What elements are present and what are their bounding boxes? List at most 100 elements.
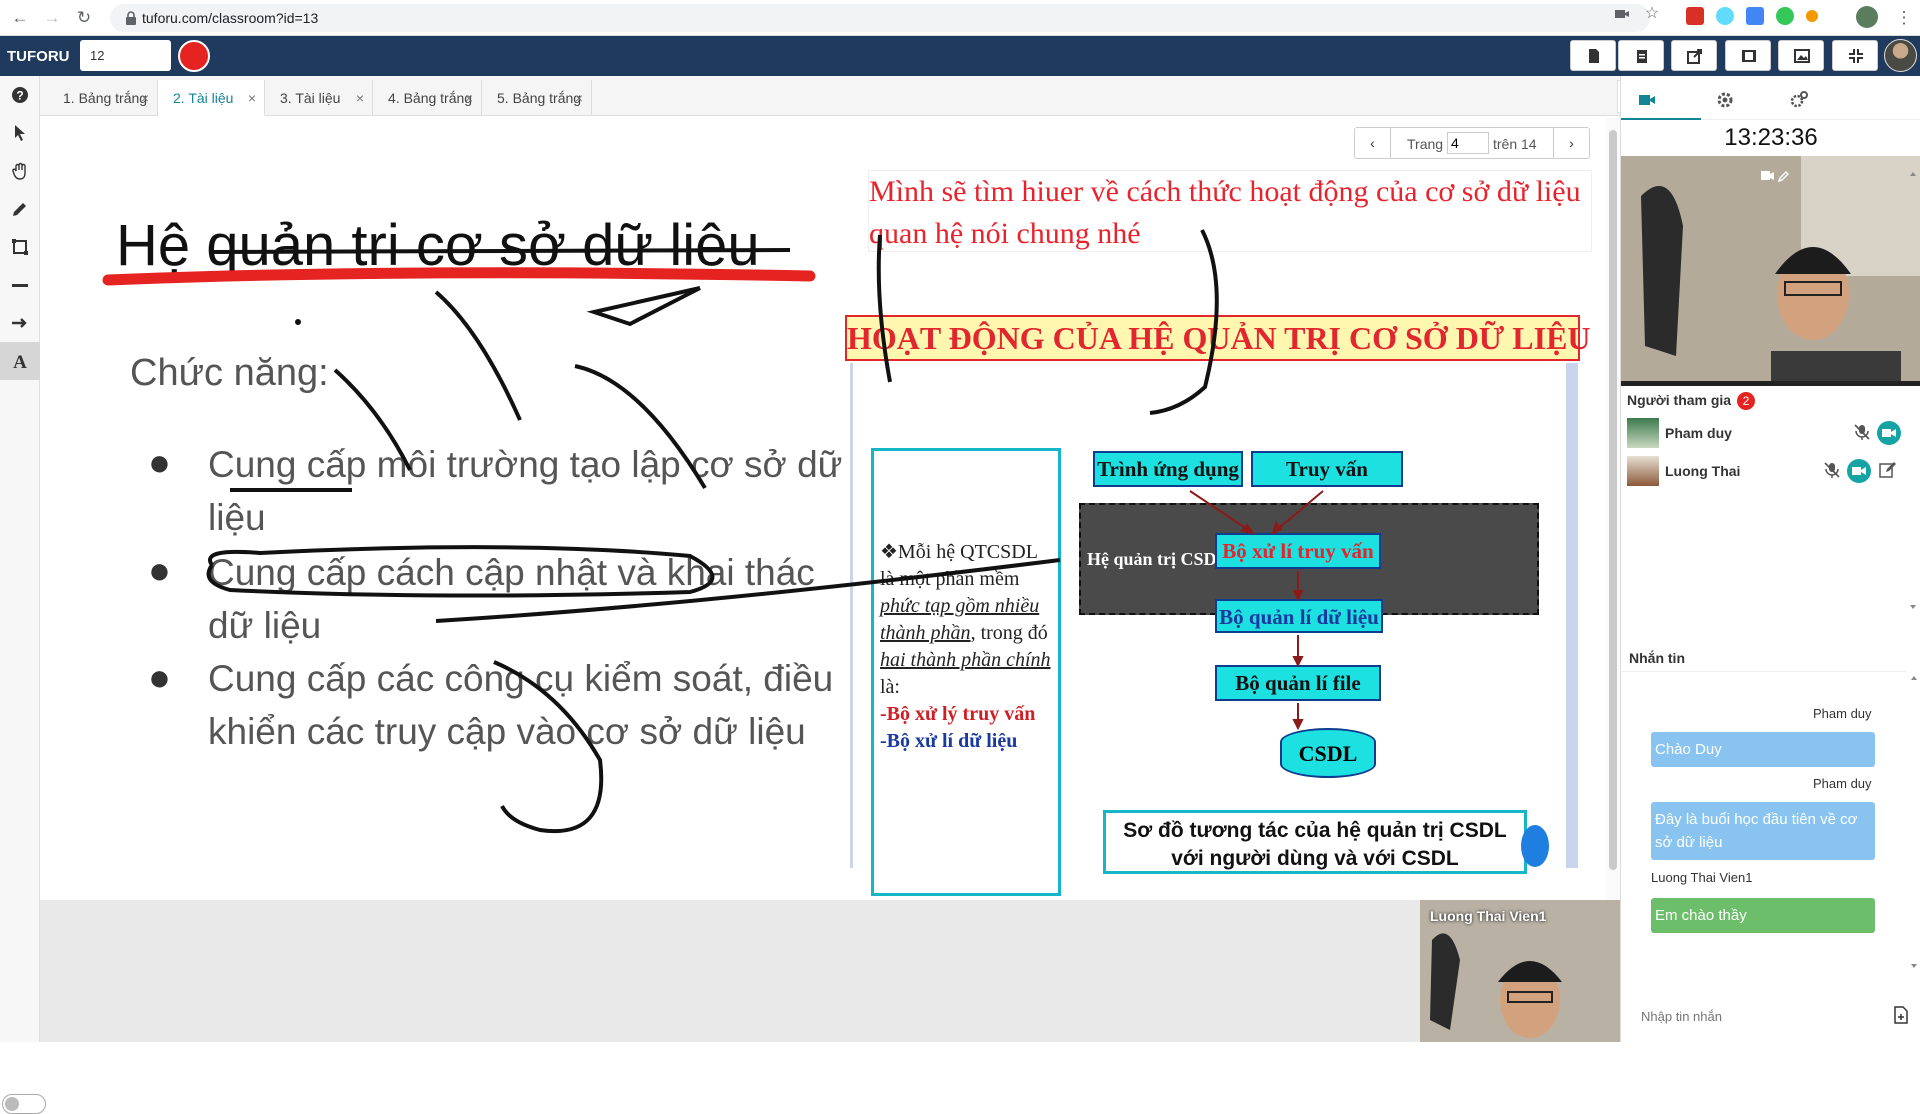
camera-icon[interactable]: [1614, 7, 1630, 21]
video-icon: [1852, 467, 1866, 475]
document-button[interactable]: [1570, 40, 1616, 71]
close-icon[interactable]: ×: [356, 80, 364, 116]
record-button[interactable]: [178, 40, 210, 72]
chat-scrollbar[interactable]: [1909, 672, 1919, 972]
chat-sender: Pham duy: [1813, 706, 1872, 721]
gears-icon[interactable]: [1789, 90, 1809, 110]
video-tab-icon[interactable]: [1637, 90, 1657, 110]
url-text: tuforu.com/classroom?id=13: [142, 10, 319, 26]
forward-icon[interactable]: →: [40, 6, 64, 30]
tab-whiteboard-5[interactable]: 5. Bảng trắng ×: [482, 80, 592, 116]
diagram-caption: Sơ đồ tương tác của hệ quản trị CSDL với…: [1103, 810, 1527, 874]
camera-on-button[interactable]: [1877, 421, 1901, 445]
react-extension-icon[interactable]: [1716, 7, 1734, 25]
participants-scrollbar[interactable]: [1907, 168, 1919, 613]
menu-icon[interactable]: ⋮: [1892, 6, 1916, 30]
video-edit-icons[interactable]: [1761, 168, 1793, 184]
avatar: [1627, 456, 1659, 486]
clipboard-button[interactable]: [1618, 40, 1664, 71]
svg-text:?: ?: [16, 89, 23, 103]
bullet-dot: ●: [148, 550, 171, 592]
tab-document-2[interactable]: 2. Tài liệu ×: [158, 80, 265, 116]
bullet-item: Cung cấp các công cụ kiểm soát, điều khi…: [208, 658, 834, 752]
chat-input[interactable]: [1641, 1004, 1871, 1028]
address-bar[interactable]: tuforu.com/classroom?id=13: [110, 4, 1650, 32]
mic-off-icon[interactable]: [1853, 423, 1871, 441]
line-tool[interactable]: [0, 266, 40, 304]
profile-avatar[interactable]: [1856, 6, 1878, 28]
extension-icon[interactable]: [1776, 7, 1794, 25]
bullet-dot: ●: [148, 442, 171, 484]
text-icon: A: [13, 352, 27, 370]
translate-extension-icon[interactable]: [1746, 7, 1764, 25]
reload-icon[interactable]: ↻: [72, 6, 96, 30]
participants-heading: Người tham gia: [1627, 392, 1732, 408]
video-icon: [1882, 429, 1896, 437]
share-icon: [1687, 49, 1702, 64]
mic-off-icon[interactable]: [1823, 461, 1841, 479]
close-icon[interactable]: ×: [141, 80, 149, 116]
hand-icon: [12, 162, 26, 180]
scrollbar-thumb[interactable]: [1609, 130, 1617, 870]
participant-row: Pham duy: [1627, 416, 1913, 450]
clipboard-icon: [1637, 50, 1647, 63]
canvas-scrollbar[interactable]: [1606, 118, 1620, 900]
arrow-tool[interactable]: [0, 304, 40, 342]
session-clock: 13:23:36: [1724, 124, 1818, 151]
extension-icon[interactable]: [1806, 10, 1818, 22]
chat-message: Đây là buổi học đầu tiên về cơ sở dữ liệ…: [1651, 802, 1875, 860]
image-button[interactable]: [1778, 40, 1824, 71]
back-icon[interactable]: ←: [8, 6, 32, 30]
star-icon[interactable]: ☆: [1644, 6, 1660, 22]
tab-whiteboard-1[interactable]: 1. Bảng trắng ×: [48, 80, 158, 116]
slide-subtitle: Chức năng:: [130, 352, 329, 394]
teacher-video[interactable]: [1621, 156, 1920, 386]
pan-tool[interactable]: [0, 152, 40, 190]
edit-icon[interactable]: [1879, 461, 1897, 479]
chat-heading: Nhắn tin: [1621, 642, 1907, 672]
camera-on-button[interactable]: [1847, 459, 1871, 483]
select-tool[interactable]: [0, 114, 40, 152]
close-icon[interactable]: ×: [248, 80, 256, 116]
room-id-input[interactable]: [80, 40, 171, 71]
right-sidebar: 13:23:36 Người tham gia 2 Pham duy Luong…: [1620, 76, 1920, 1042]
slide-title: Hệ quản trị cơ sở dữ liệu: [116, 213, 760, 278]
participant-name: Luong Thai: [1665, 463, 1741, 479]
extension-icon[interactable]: [1686, 7, 1704, 25]
share-button[interactable]: [1671, 40, 1717, 71]
film-button[interactable]: [1725, 40, 1771, 71]
help-icon: ?: [12, 87, 28, 103]
document-icon: [1589, 49, 1599, 63]
video-controls[interactable]: [1761, 168, 1793, 189]
toggle-switch[interactable]: [2, 1094, 46, 1114]
user-avatar[interactable]: [1884, 39, 1917, 72]
tab-whiteboard-4[interactable]: 4. Bảng trắng ×: [373, 80, 482, 116]
compress-icon: [1849, 49, 1863, 63]
text-annotation[interactable]: Mình sẽ tìm hiuer về cách thức hoạt động…: [868, 170, 1592, 252]
line-icon: [12, 284, 28, 287]
student-video[interactable]: Luong Thai Vien1: [1420, 900, 1620, 1042]
next-page-button[interactable]: ›: [1553, 128, 1589, 158]
drawing-toolbar: ? A: [0, 76, 46, 1114]
tab-document-3[interactable]: 3. Tài liệu ×: [265, 80, 373, 116]
help-tool[interactable]: ?: [0, 76, 40, 114]
document-page: HOẠT ĐỘNG CỦA HỆ QUẢN TRỊ CƠ SỞ DỮ LIỆU …: [845, 315, 1591, 896]
gear-icon[interactable]: [1715, 90, 1735, 110]
cursor-icon: [15, 125, 25, 141]
close-icon[interactable]: ×: [575, 80, 583, 116]
pen-tool[interactable]: [0, 190, 40, 228]
attach-file-icon[interactable]: [1893, 1006, 1909, 1024]
prev-page-button[interactable]: ‹: [1355, 128, 1391, 158]
text-tool[interactable]: A: [0, 342, 40, 380]
shape-tool[interactable]: [0, 228, 40, 266]
close-icon[interactable]: ×: [465, 80, 473, 116]
page-navigator: ‹ Trang trên 14 ›: [1354, 127, 1590, 159]
participants-count-badge: 2: [1737, 392, 1755, 410]
page-number-input[interactable]: [1447, 132, 1489, 154]
lock-icon: [126, 11, 136, 25]
active-tab-indicator: [1621, 118, 1701, 120]
chat-message: Em chào thầy: [1651, 898, 1875, 933]
exit-fullscreen-button[interactable]: [1832, 40, 1878, 71]
student-video-name: Luong Thai Vien1: [1430, 908, 1547, 924]
decorative-circle: [1521, 825, 1549, 867]
